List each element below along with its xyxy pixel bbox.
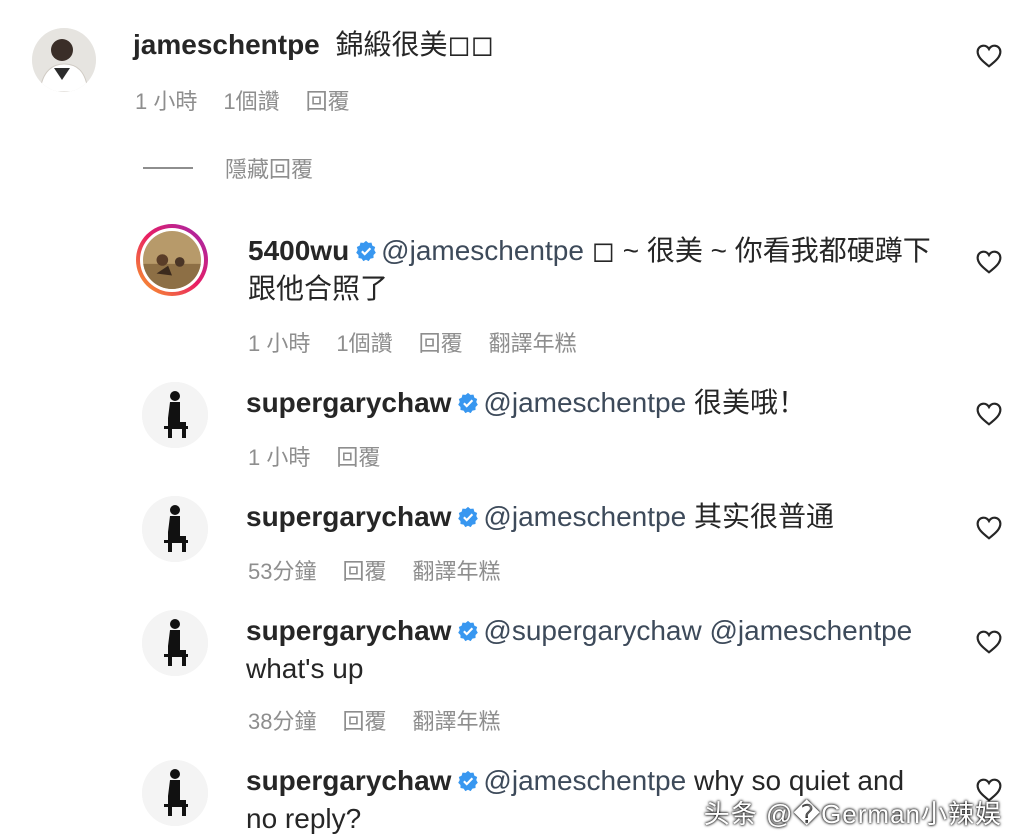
timestamp: 1 小時	[248, 445, 311, 470]
comment-jameschentpe: jameschentpe 錦緞很美◻◻ 1 小時 1個讚 回覆	[0, 0, 1024, 140]
username[interactable]: 5400wu	[248, 235, 349, 266]
reply-button[interactable]: 回覆	[336, 440, 380, 472]
mention-link[interactable]: @jameschentpe	[483, 501, 686, 532]
verified-badge-icon	[458, 506, 479, 528]
reply-supergarychaw: supergarychaw @jameschentpe 其实很普通 53分鐘 回覆…	[0, 494, 1024, 594]
comment-text: 很美哦！	[693, 387, 806, 418]
translate-button[interactable]: 翻譯年糕	[413, 704, 501, 736]
comment-text: 錦緞很美◻◻	[335, 29, 495, 60]
comment-text: why so quiet and	[693, 765, 905, 796]
reply-supergarychaw: supergarychaw @supergarychaw @jameschentp…	[0, 608, 1024, 738]
comment-text: ◻ ~ 很美 ~ 你看我都硬蹲下	[591, 235, 931, 266]
likes-count[interactable]: 1個讚	[223, 84, 279, 116]
heart-icon[interactable]	[976, 44, 1002, 68]
timestamp: 1 小時	[248, 331, 311, 356]
hide-replies-toggle[interactable]: 隱藏回覆	[143, 152, 313, 184]
heart-icon[interactable]	[976, 630, 1002, 654]
reply-button[interactable]: 回覆	[342, 704, 386, 736]
reply-button[interactable]: 回覆	[419, 326, 463, 358]
reply-5400wu: 5400wu @jameschentpe ◻ ~ 很美 ~ 你看我都硬蹲下 跟他合…	[0, 220, 1024, 360]
avatar-5400wu-story-ring[interactable]	[136, 224, 208, 296]
reply-supergarychaw: supergarychaw @jameschentpe 很美哦！ 1 小時 回覆	[0, 380, 1024, 480]
reply-button[interactable]: 回覆	[342, 554, 386, 586]
avatar-jameschentpe[interactable]	[32, 28, 96, 92]
mention-link[interactable]: @jameschentpe	[483, 387, 686, 418]
watermark: 头条 @�German小辣娱	[703, 799, 1002, 829]
hide-replies-label[interactable]: 隱藏回覆	[225, 152, 313, 184]
timestamp: 38分鐘	[248, 709, 317, 734]
mention-link[interactable]: @jameschentpe	[483, 765, 686, 796]
avatar-supergarychaw[interactable]	[142, 760, 208, 826]
avatar-supergarychaw[interactable]	[142, 610, 208, 676]
avatar-5400wu	[143, 231, 201, 289]
likes-count[interactable]: 1個讚	[336, 326, 392, 358]
timestamp: 1 小時	[135, 89, 198, 114]
divider-line	[143, 167, 193, 169]
comment-text-line2: 跟他合照了	[248, 273, 389, 304]
verified-badge-icon	[356, 240, 376, 262]
username[interactable]: jameschentpe	[133, 29, 320, 60]
username[interactable]: supergarychaw	[246, 615, 451, 646]
translate-button[interactable]: 翻譯年糕	[413, 554, 501, 586]
username[interactable]: supergarychaw	[246, 765, 451, 796]
username[interactable]: supergarychaw	[246, 387, 451, 418]
username[interactable]: supergarychaw	[246, 501, 451, 532]
comment-text: 其实很普通	[693, 501, 834, 532]
verified-badge-icon	[458, 770, 479, 792]
comment-text-line2: no reply?	[246, 803, 362, 834]
mention-link[interactable]: @supergarychaw @jameschentpe	[483, 615, 912, 646]
avatar-supergarychaw[interactable]	[142, 382, 208, 448]
verified-badge-icon	[458, 620, 479, 642]
translate-button[interactable]: 翻譯年糕	[489, 326, 577, 358]
heart-icon[interactable]	[976, 516, 1002, 540]
comment-text: what's up	[246, 653, 364, 684]
heart-icon[interactable]	[976, 402, 1002, 426]
verified-badge-icon	[458, 392, 479, 414]
timestamp: 53分鐘	[248, 559, 317, 584]
mention-link[interactable]: @jameschentpe	[381, 235, 584, 266]
reply-button[interactable]: 回覆	[306, 84, 350, 116]
heart-icon[interactable]	[976, 250, 1002, 274]
avatar-supergarychaw[interactable]	[142, 496, 208, 562]
